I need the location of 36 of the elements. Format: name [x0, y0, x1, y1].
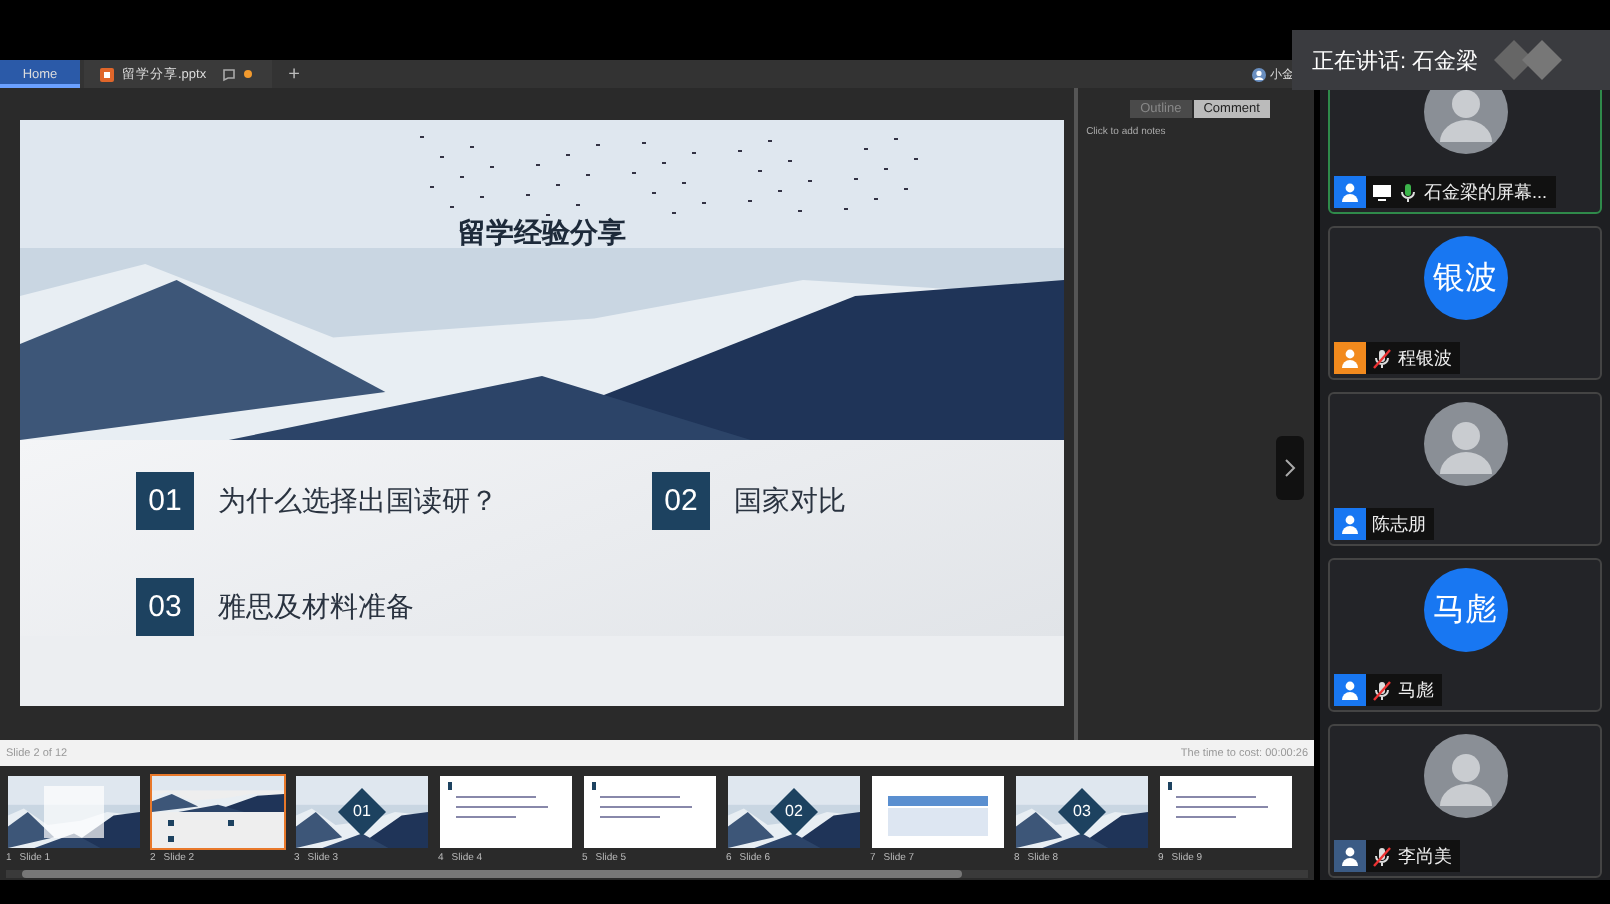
slide-thumbnail[interactable] — [1158, 774, 1294, 850]
agenda-item: 雅思及材料准备 — [218, 589, 414, 625]
slide-thumbnail[interactable]: 02 — [726, 774, 862, 850]
slide-thumbnail[interactable]: 03 — [1014, 774, 1150, 850]
avatar-initials: 银波 — [1423, 236, 1507, 320]
participant-name: 石金梁的屏幕... — [1424, 179, 1548, 205]
number-badge: 02 — [652, 472, 710, 530]
comment-icon — [222, 67, 237, 81]
new-tab-button[interactable]: + — [276, 63, 312, 85]
participant-name: 陈志朋 — [1372, 511, 1426, 537]
slide-thumbnail[interactable] — [870, 774, 1006, 850]
user-avatar-icon — [1252, 67, 1266, 81]
section-number: 03 — [1071, 802, 1093, 820]
slides-file-icon — [100, 67, 114, 81]
participant-name: 马彪 — [1398, 677, 1434, 703]
avatar-initials: 马彪 — [1423, 568, 1507, 652]
participant-name: 李尚美 — [1398, 843, 1452, 869]
scrollbar[interactable] — [22, 870, 962, 878]
number-badge: 01 — [136, 472, 194, 530]
number-badge: 03 — [136, 578, 194, 636]
agenda-item: 国家对比 — [734, 483, 846, 519]
slide-thumbnail[interactable] — [6, 774, 142, 850]
avatar-icon — [1423, 402, 1507, 486]
slide-thumbnail[interactable]: 01 — [294, 774, 430, 850]
avatar-icon — [1423, 734, 1507, 818]
participant-name: 程银波 — [1398, 345, 1452, 371]
slide-thumbnail[interactable] — [438, 774, 574, 850]
slide-thumbnail[interactable] — [582, 774, 718, 850]
section-number: 02 — [783, 802, 805, 820]
slide-thumbnail[interactable] — [150, 774, 286, 850]
section-number: 01 — [351, 802, 373, 820]
speaking-indicator: 正在讲话: 石金梁 — [1312, 47, 1479, 75]
chevron-right-icon — [1284, 458, 1296, 478]
collapse-button[interactable] — [1276, 436, 1304, 500]
slide-title: 留学经验分享 — [456, 216, 628, 252]
agenda-item: 为什么选择出国读研？ — [218, 483, 498, 519]
